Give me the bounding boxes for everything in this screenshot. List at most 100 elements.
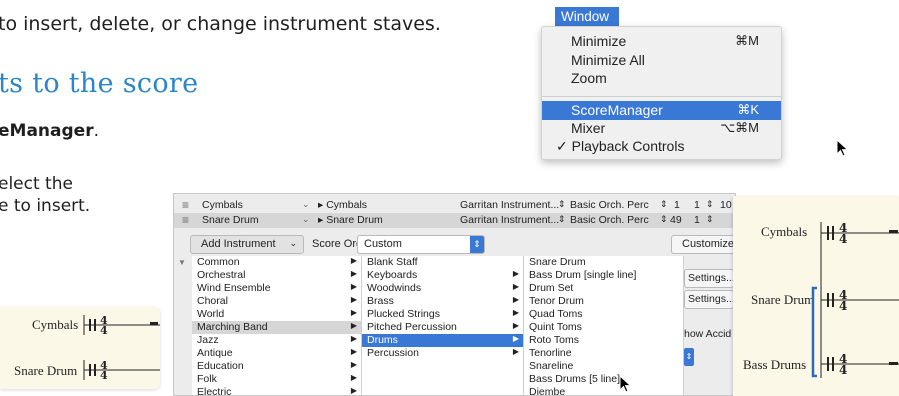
score-preview-after: Cymbals Snare Drum Bass Drums 4 4 4 4 4 … [733,196,899,396]
sound-source[interactable]: Garritan Instrument... [460,214,559,226]
svg-text:4: 4 [100,324,108,337]
stepper-icon[interactable]: ⇕ [684,348,694,366]
add-instrument-button[interactable]: Add Instrument ⌄ [190,235,304,254]
menu-item-shortcut: ⌥⌘M [720,120,759,135]
svg-text:4: 4 [839,299,847,313]
category-label: Common [197,256,240,268]
staff-notation: 4 4 4 4 [83,314,160,382]
channel-value[interactable]: 1 [674,199,680,211]
bank-value[interactable]: 1 [694,214,700,226]
instrument-item[interactable]: Snareline [524,360,683,373]
category-item[interactable]: World ▶ [192,308,361,321]
category-item[interactable]: Education ▶ [192,360,361,373]
triangle-right-icon: ▶ [512,282,519,291]
customize-button[interactable]: Customize V [671,235,735,254]
sound-source[interactable]: Garritan Instrument... [460,199,559,211]
category-item[interactable]: Orchestral ▶ [192,269,361,282]
triangle-right-icon: ▶ [512,308,519,317]
family-item[interactable]: Woodwinds ▶ [362,282,523,295]
stepper-icon[interactable]: ⇕ [558,214,566,225]
instrument-row[interactable]: ≡ Cymbals ⌄ ▸ Cymbals Garritan Instrumen… [174,198,735,213]
staff-name: ▸ Snare Drum [318,214,383,226]
staff-notation: 4 4 4 4 4 4 [811,221,899,378]
instrument-item[interactable]: Bass Drums [5 line] [524,373,683,386]
family-item[interactable]: Plucked Strings ▶ [362,308,523,321]
menu-item-playback-controls[interactable]: ✓ Playback Controls [542,137,781,156]
disclosure-triangle-icon[interactable]: ▼ [178,258,186,267]
settings-button[interactable]: Settings... [684,290,734,309]
family-item[interactable]: Blank Staff [362,256,523,269]
instrument-item[interactable]: Snare Drum [524,256,683,269]
drag-handle-icon[interactable]: ≡ [182,198,189,212]
category-item[interactable]: Wind Ensemble ▶ [192,282,361,295]
family-item-selected[interactable]: Drums ▶ [362,334,523,347]
score-order-select[interactable]: Custom ⇕ [357,235,485,254]
window-menu-title[interactable]: Window [555,7,619,28]
svg-text:4: 4 [100,369,108,382]
menu-item-mixer[interactable]: Mixer ⌥⌘M [542,119,781,138]
score-preview-before: Cymbals Snare Drum 4 4 4 4 [0,307,160,389]
select-line-2: e to insert. [0,196,91,216]
family-item[interactable]: Pitched Percussion ▶ [362,321,523,334]
drag-handle-icon[interactable]: ≡ [182,213,189,227]
stepper-icon: ⇕ [470,236,484,253]
triangle-right-icon: ▶ [350,373,357,382]
chevron-down-icon[interactable]: ⌄ [302,214,310,225]
category-label: Orchestral [197,269,246,281]
instrument-row[interactable]: ≡ Snare Drum ⌄ ▸ Snare Drum Garritan Ins… [174,213,735,228]
category-label: Wind Ensemble [197,282,271,294]
family-label: Brass [367,295,394,307]
category-item[interactable]: Choral ▶ [192,295,361,308]
settings-button[interactable]: Settings... [684,269,734,288]
select-line-1: elect the [0,174,73,194]
instrument-item[interactable]: Tenor Drum [524,295,683,308]
menu-item-minimize[interactable]: Minimize ⌘M [542,32,781,51]
category-item[interactable]: Jazz ▶ [192,334,361,347]
category-item[interactable]: Folk ▶ [192,373,361,386]
step-end: . [93,121,99,141]
stepper-icon[interactable]: ⇕ [706,214,714,225]
triangle-right-icon: ▶ [512,347,519,356]
family-item[interactable]: Keyboards ▶ [362,269,523,282]
instrument-item[interactable]: Djembe [524,386,683,395]
instrument-item[interactable]: Quint Toms [524,321,683,334]
chevron-down-icon: ⌄ [289,238,297,248]
menu-item-zoom[interactable]: Zoom [542,69,781,88]
menu-item-label: Minimize All [571,52,645,68]
family-item[interactable]: Brass ▶ [362,295,523,308]
bank-value[interactable]: 1 [694,199,700,211]
triangle-right-icon: ▶ [512,321,519,330]
category-item[interactable]: Common ▶ [192,256,361,269]
category-item-selected[interactable]: Marching Band ▶ [192,321,361,334]
instrument-item[interactable]: Tenorline [524,347,683,360]
stepper-icon[interactable]: ⇕ [660,199,668,210]
menu-item-label: ✓ Playback Controls [556,138,685,154]
instrument-item[interactable]: Quad Toms [524,308,683,321]
instrument-name: Snare Drum [202,214,259,226]
stepper-icon[interactable]: ⇕ [660,214,668,225]
instrument-item[interactable]: Roto Toms [524,334,683,347]
instrument-settings-area: Settings... Settings... how Accid ⇕ [684,256,735,395]
perc-map[interactable]: Basic Orch. Perc [570,199,649,211]
channel-value[interactable]: 49 [670,214,682,226]
menu-item-scoremanager[interactable]: ScoreManager ⌘K [542,101,781,120]
instrument-label: Snareline [529,360,574,372]
perc-map[interactable]: Basic Orch. Perc [570,214,649,226]
svg-text:4: 4 [839,363,847,377]
triangle-right-icon: ▶ [512,269,519,278]
instrument-item[interactable]: Bass Drum [single line] [524,269,683,282]
menu-item-minimize-all[interactable]: Minimize All [542,51,781,70]
chevron-down-icon[interactable]: ⌄ [302,199,310,210]
stepper-icon[interactable]: ⇕ [706,199,714,210]
instrument-label: Drum Set [529,282,574,294]
instrument-label: Snare Drum [529,256,586,268]
category-column: Common ▶ Orchestral ▶ Wind Ensemble ▶ Chora… [192,256,362,395]
triangle-right-icon: ▶ [350,334,357,343]
program-value[interactable]: 10 [720,199,732,211]
category-item[interactable]: Electric ▶ [192,386,361,395]
category-item[interactable]: Antique ▶ [192,347,361,360]
instrument-item[interactable]: Drum Set [524,282,683,295]
add-instrument-label: Add Instrument [201,238,276,250]
stepper-icon[interactable]: ⇕ [558,199,566,210]
family-item[interactable]: Percussion ▶ [362,347,523,360]
